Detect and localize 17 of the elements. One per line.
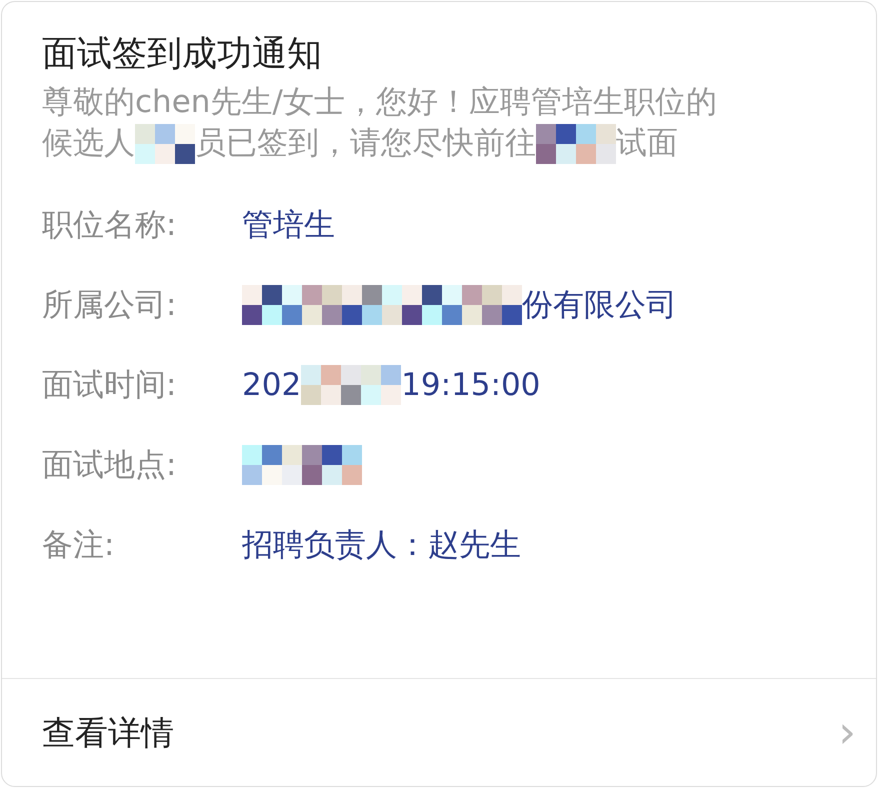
- field-value: 管培生: [242, 206, 335, 245]
- field-value: 202: [242, 366, 302, 405]
- view-details-link[interactable]: 查看详情: [42, 708, 174, 758]
- field-value: 19:15:00: [401, 366, 540, 405]
- field-label: 面试地点:: [42, 446, 178, 485]
- notification-title: 面试签到成功通知: [41, 33, 323, 76]
- message-text: 尊敬的chen先生/女士，您好！应聘管培生职位的: [42, 84, 717, 120]
- message-text: 试面: [616, 124, 678, 161]
- field-label: 职位名称:: [42, 206, 178, 245]
- mosaic-drawing: [135, 124, 195, 164]
- field-label: 面试时间:: [42, 366, 178, 405]
- field-label: 备注:: [42, 526, 116, 565]
- message-text: 候选人: [42, 124, 135, 161]
- message-text: 员已签到，请您尽快前往: [195, 124, 536, 161]
- field-label: 所属公司:: [42, 286, 178, 325]
- field-value: 份有限公司: [522, 286, 677, 325]
- field-value: 招聘负责人：赵先生: [242, 526, 521, 565]
